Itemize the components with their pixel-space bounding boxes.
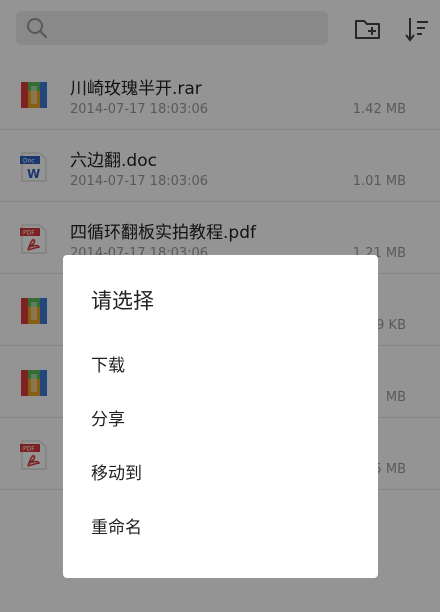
action-dialog: 请选择 下载 分享 移动到 重命名 [63,255,378,578]
dialog-title: 请选择 [91,289,154,313]
option-download[interactable]: 下载 [91,351,125,376]
option-move-to[interactable]: 移动到 [91,459,142,484]
option-share[interactable]: 分享 [91,405,125,430]
option-rename[interactable]: 重命名 [91,513,142,538]
